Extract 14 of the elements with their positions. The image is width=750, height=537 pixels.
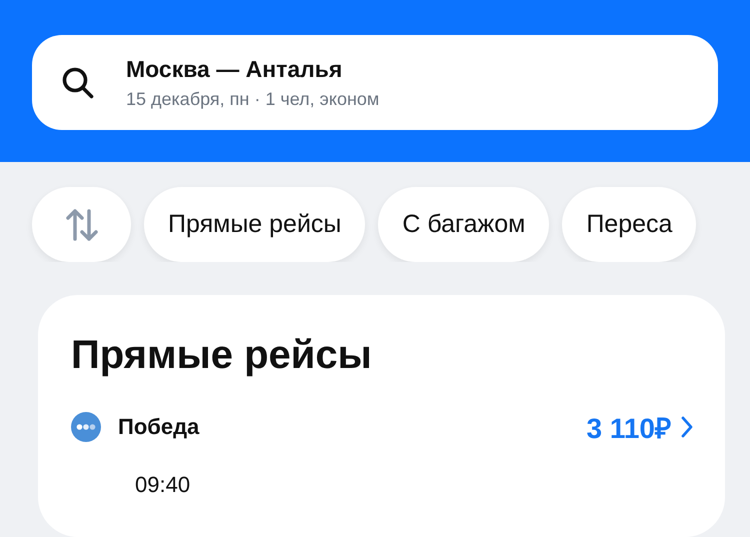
filter-chip[interactable]: Прямые рейсы bbox=[144, 187, 366, 262]
price-link[interactable]: 3 110₽ bbox=[586, 408, 693, 446]
airline-name: Победа bbox=[118, 414, 200, 440]
chevron-icon bbox=[681, 416, 693, 438]
search-icon bbox=[60, 64, 96, 100]
sort-arrows-icon bbox=[66, 208, 98, 242]
search-field[interactable]: Москва — Анталья 15 декабря, пн · 1 чел, эконом bbox=[32, 35, 718, 130]
airline-logo-icon bbox=[71, 412, 101, 442]
filter-chip[interactable]: С багажом bbox=[378, 187, 550, 262]
route-text: Москва — Анталья bbox=[126, 56, 344, 82]
section-title: Прямые рейсы bbox=[71, 333, 373, 378]
filter-chip[interactable]: Переса bbox=[562, 187, 696, 262]
departure-time: 09:40 bbox=[135, 472, 192, 498]
trip-details: 15 декабря, пн · 1 чел, эконом bbox=[126, 88, 380, 110]
